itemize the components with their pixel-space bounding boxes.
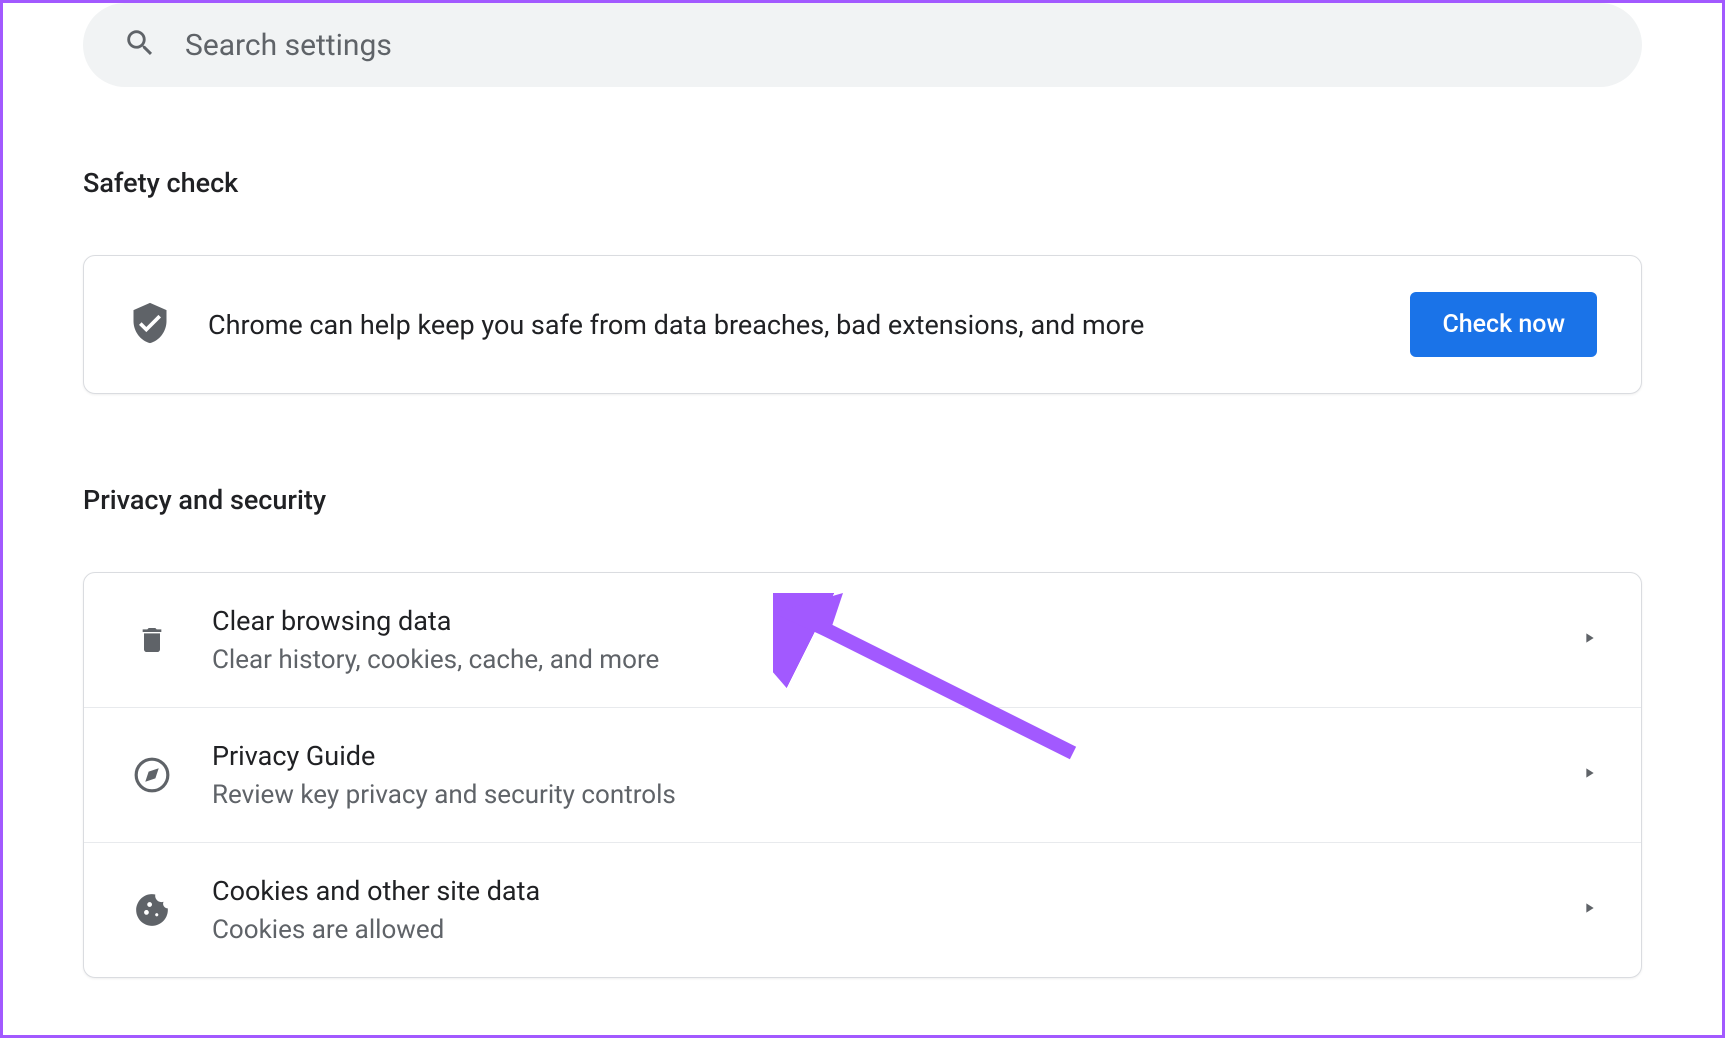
search-icon bbox=[123, 26, 157, 64]
shield-check-icon bbox=[128, 301, 172, 349]
chevron-right-icon bbox=[1581, 765, 1597, 785]
row-title: Cookies and other site data bbox=[212, 875, 1561, 907]
row-subtitle: Cookies are allowed bbox=[212, 915, 1561, 945]
chevron-right-icon bbox=[1581, 900, 1597, 920]
privacy-guide-row[interactable]: Privacy Guide Review key privacy and sec… bbox=[84, 707, 1641, 842]
safety-check-heading: Safety check bbox=[83, 167, 1642, 199]
row-subtitle: Review key privacy and security controls bbox=[212, 780, 1561, 810]
trash-icon bbox=[128, 624, 176, 656]
safety-check-card: Chrome can help keep you safe from data … bbox=[83, 255, 1642, 394]
row-title: Privacy Guide bbox=[212, 740, 1561, 772]
cookie-icon bbox=[128, 891, 176, 929]
privacy-security-heading: Privacy and security bbox=[83, 484, 1642, 516]
search-input[interactable] bbox=[185, 28, 1602, 63]
chevron-right-icon bbox=[1581, 630, 1597, 650]
safety-check-description: Chrome can help keep you safe from data … bbox=[208, 309, 1410, 341]
cookies-row[interactable]: Cookies and other site data Cookies are … bbox=[84, 842, 1641, 977]
row-title: Clear browsing data bbox=[212, 605, 1561, 637]
row-subtitle: Clear history, cookies, cache, and more bbox=[212, 645, 1561, 675]
check-now-button[interactable]: Check now bbox=[1410, 292, 1597, 357]
compass-icon bbox=[128, 756, 176, 794]
search-settings-bar[interactable] bbox=[83, 3, 1642, 87]
privacy-list-card: Clear browsing data Clear history, cooki… bbox=[83, 572, 1642, 978]
clear-browsing-data-row[interactable]: Clear browsing data Clear history, cooki… bbox=[84, 573, 1641, 707]
